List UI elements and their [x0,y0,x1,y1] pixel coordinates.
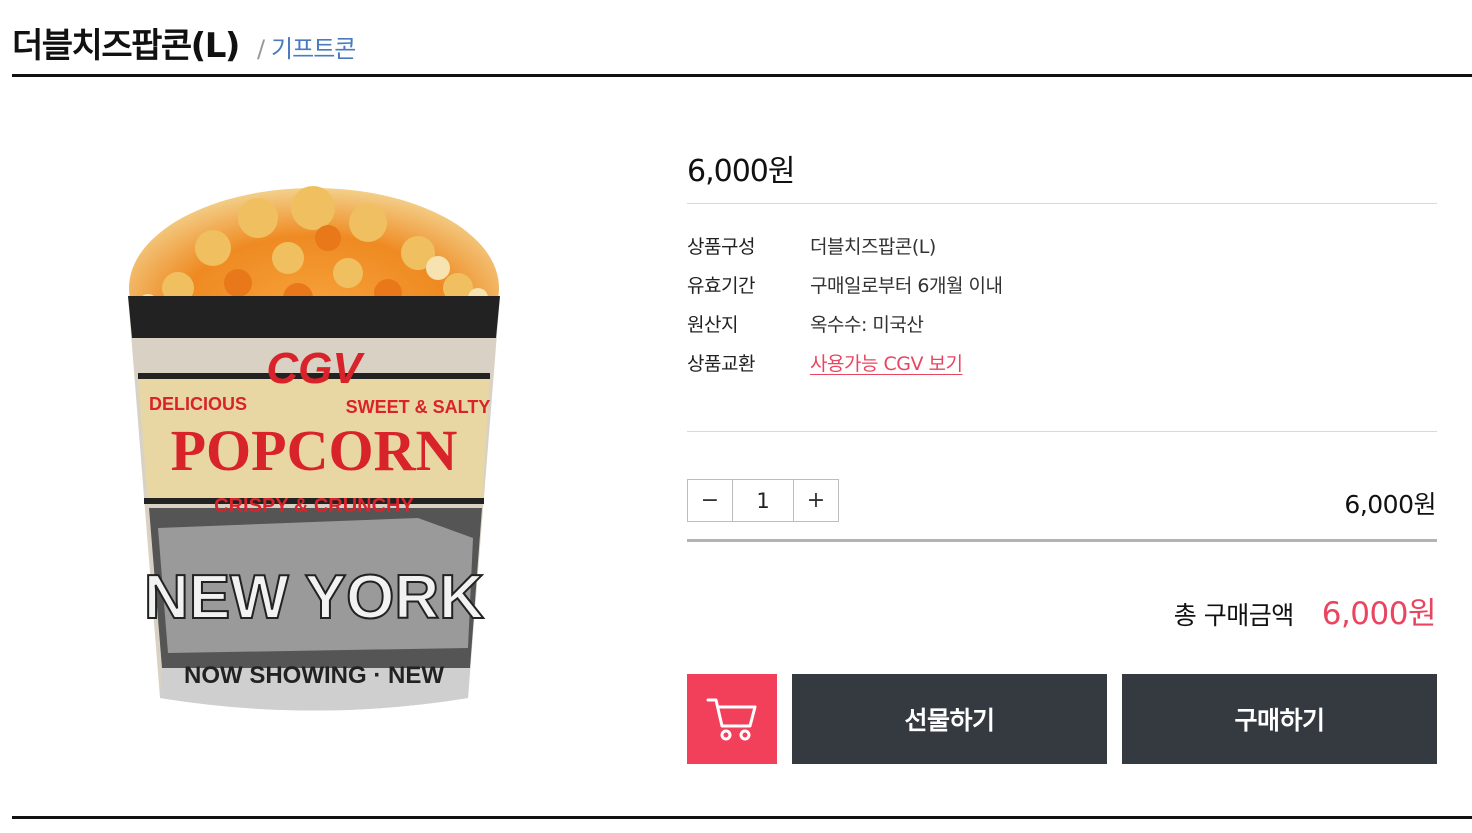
quantity-decrease-button[interactable]: − [688,480,732,521]
info-label: 원산지 [687,314,738,336]
breadcrumb-separator: / [256,35,266,63]
header-divider [12,74,1472,77]
product-price: 6,000원 [687,154,795,189]
total-price: 6,000원 [1321,596,1437,632]
quantity-increase-button[interactable]: + [794,480,838,521]
bucket-brand-text: CGV [266,344,365,393]
info-row-origin: 원산지 옥수수: 미국산 [687,304,1437,343]
cart-icon [706,698,757,741]
bucket-bottom-text: NOW SHOWING · NEW [184,662,444,689]
quantity-divider [687,539,1437,542]
product-info-list: 상품구성 더블치즈팝콘(L) 유효기간 구매일로부터 6개월 이내 원산지 옥수… [687,226,1437,382]
info-value: 구매일로부터 6개월 이내 [810,275,1003,297]
total-amount: 총 구매금액 6,000원 [1173,588,1437,633]
quantity-value[interactable]: 1 [732,480,794,521]
bucket-sub-text: CRISPY & CRUNCHY [214,495,414,517]
total-label: 총 구매금액 [1173,601,1294,630]
available-cgv-link[interactable]: 사용가능 CGV 보기 [810,349,963,376]
info-label: 상품교환 [687,353,755,375]
page-title: 더블치즈팝콘(L) [12,26,240,66]
gift-button[interactable]: 선물하기 [792,674,1107,764]
bucket-right-text: SWEET & SALTY [346,397,491,417]
breadcrumb-category[interactable]: 기프트콘 [271,29,356,64]
info-value: 더블치즈팝콘(L) [810,236,936,258]
bucket-headline-text: POPCORN [171,418,458,483]
quantity-stepper: − 1 + [687,479,839,522]
info-row-validity: 유효기간 구매일로부터 6개월 이내 [687,265,1437,304]
footer-divider [12,816,1472,819]
add-to-cart-button[interactable] [687,674,777,764]
info-value: 옥수수: 미국산 [810,314,924,336]
page-header: 더블치즈팝콘(L) / 기프트콘 [12,18,356,68]
line-price: 6,000원 [1344,490,1436,519]
bucket-left-text: DELICIOUS [149,394,247,414]
price-divider [687,203,1437,204]
info-label: 상품구성 [687,236,755,258]
product-image: CGV POPCORN CRISPY & CRUNCHY DELICIOUS S… [128,186,500,711]
info-row-composition: 상품구성 더블치즈팝콘(L) [687,226,1437,265]
bucket-city-text: NEW YORK [144,563,484,632]
info-label: 유효기간 [687,275,755,297]
info-divider [687,431,1437,432]
info-row-exchange: 상품교환 사용가능 CGV 보기 [687,343,1437,382]
buy-button[interactable]: 구매하기 [1122,674,1437,764]
